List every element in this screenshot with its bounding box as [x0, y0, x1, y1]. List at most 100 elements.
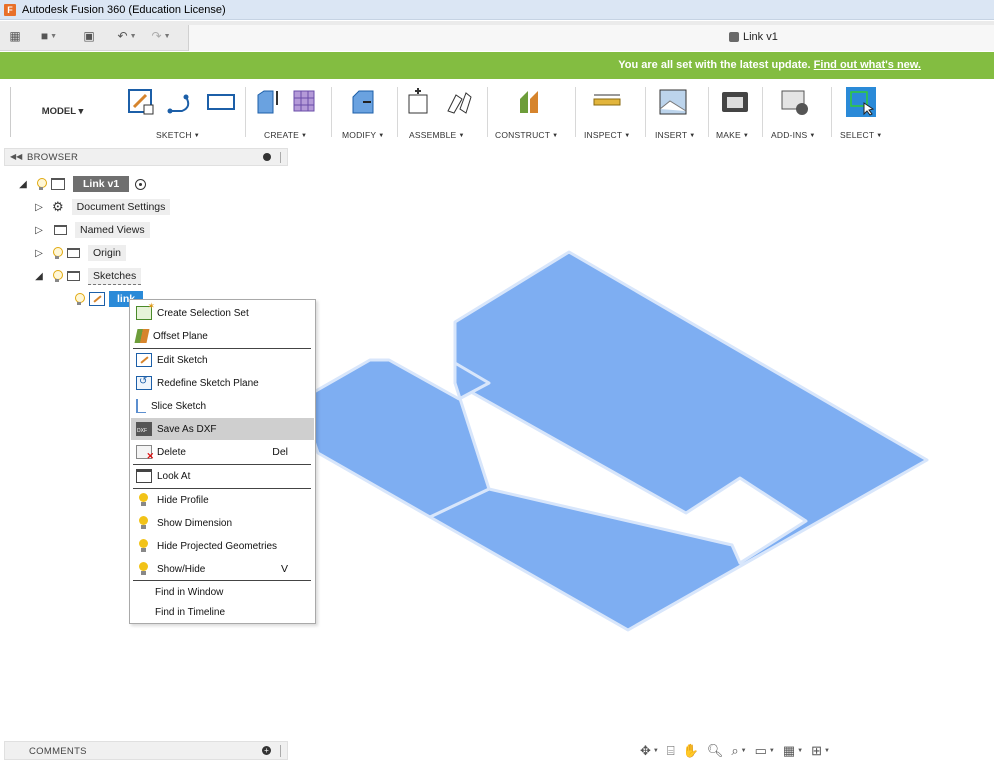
selection-set-icon: [136, 301, 155, 320]
offset-plane-icon: [134, 329, 150, 343]
create-menu[interactable]: CREATE ▼: [264, 130, 307, 140]
sketch-icon: [89, 292, 105, 306]
addins-menu[interactable]: ADD-INS ▼: [771, 130, 816, 140]
inspect-menu-label: INSPECT: [584, 130, 623, 140]
collapsed-triangle-icon[interactable]: ▷: [32, 202, 46, 213]
panel-divider: [280, 152, 281, 163]
visibility-bulb-icon[interactable]: [52, 269, 63, 283]
sketch-menu[interactable]: SKETCH ▼: [156, 130, 200, 140]
file-menu-icon[interactable]: ■ ▼: [36, 27, 62, 45]
menu-item-offset-plane[interactable]: Offset Plane: [131, 325, 314, 347]
tree-item-document-settings[interactable]: ▷ ⚙ Document Settings: [32, 198, 171, 216]
menu-label: Offset Plane: [153, 330, 208, 342]
context-menu: Create Selection Set Offset Plane Edit S…: [129, 299, 316, 624]
pan-hand-icon[interactable]: ✋: [683, 743, 699, 759]
quick-access-toolbar: ▦ ■ ▼ ▣ ↶ ▼ ↷ ▼ Link v1: [0, 21, 994, 51]
window-title: Autodesk Fusion 360 (Education License): [22, 3, 226, 16]
grid-settings-icon[interactable]: ▦ ▼: [783, 743, 803, 759]
collapse-arrows-icon[interactable]: ◀◀: [10, 152, 22, 161]
menu-item-save-as-dxf[interactable]: Save As DXF: [131, 418, 314, 440]
insert-menu[interactable]: INSERT ▼: [655, 130, 695, 140]
fusion-window: F Autodesk Fusion 360 (Education License…: [0, 0, 994, 768]
visibility-bulb-icon[interactable]: [36, 177, 47, 191]
assemble-menu[interactable]: ASSEMBLE ▼: [409, 130, 465, 140]
menu-item-find-in-window[interactable]: Find in Window: [131, 581, 314, 603]
browser-root-row[interactable]: ◢ Link v1: [16, 175, 147, 193]
inspect-menu[interactable]: INSPECT ▼: [584, 130, 630, 140]
press-pull-icon[interactable]: [349, 87, 379, 117]
menu-item-slice-sketch[interactable]: Slice Sketch: [131, 395, 314, 417]
visibility-bulb-icon[interactable]: [52, 246, 63, 260]
workspace-switcher[interactable]: MODEL ▾: [10, 87, 114, 137]
create-sketch-icon[interactable]: [126, 87, 156, 117]
browser-title: BROWSER: [27, 152, 79, 163]
new-component-icon[interactable]: [406, 87, 436, 117]
addins-menu-label: ADD-INS: [771, 130, 808, 140]
viewports-icon[interactable]: ⊞ ▼: [811, 743, 830, 759]
shortcut-label: Del: [272, 446, 288, 458]
fusion-logo-icon: F: [4, 3, 16, 16]
menu-item-create-selection-set[interactable]: Create Selection Set: [131, 301, 314, 324]
pin-dot-icon[interactable]: [263, 153, 271, 161]
document-tab[interactable]: Link v1: [188, 25, 994, 51]
menu-item-redefine-sketch-plane[interactable]: Redefine Sketch Plane: [131, 372, 314, 394]
select-tool-icon[interactable]: [846, 87, 876, 117]
update-banner: You are all set with the latest update. …: [0, 52, 994, 79]
3d-print-icon[interactable]: [720, 87, 750, 117]
expanded-triangle-icon[interactable]: ◢: [32, 271, 46, 282]
form-box-icon[interactable]: [290, 87, 320, 117]
save-icon[interactable]: ▣: [82, 27, 96, 45]
look-at-icon[interactable]: ⌸: [667, 743, 675, 759]
assemble-menu-label: ASSEMBLE: [409, 130, 457, 140]
sketch-menu-label: SKETCH: [156, 130, 192, 140]
add-comment-icon[interactable]: +: [262, 746, 271, 755]
arc-tool-icon[interactable]: [166, 87, 196, 117]
menu-label: Redefine Sketch Plane: [157, 377, 259, 389]
display-settings-icon[interactable]: ▭ ▼: [755, 743, 775, 759]
offset-plane-icon[interactable]: [514, 87, 544, 117]
collapsed-triangle-icon[interactable]: ▷: [32, 225, 46, 236]
extrude-icon[interactable]: [253, 87, 283, 117]
tree-item-sketches[interactable]: ◢ Sketches: [32, 267, 142, 285]
menu-item-show-hide[interactable]: Show/Hide V: [131, 558, 314, 580]
rectangle-tool-icon[interactable]: [206, 87, 236, 117]
orbit-icon[interactable]: ✥ ▼: [640, 743, 659, 759]
collapsed-triangle-icon[interactable]: ▷: [32, 248, 46, 259]
menu-item-find-in-timeline[interactable]: Find in Timeline: [131, 601, 314, 623]
measure-icon[interactable]: [592, 87, 622, 117]
zoom-icon[interactable]: 🔍︎: [707, 743, 724, 759]
expanded-triangle-icon[interactable]: ◢: [16, 179, 30, 190]
select-menu[interactable]: SELECT ▼: [840, 130, 882, 140]
update-message: You are all set with the latest update.: [618, 59, 811, 71]
construct-menu[interactable]: CONSTRUCT ▼: [495, 130, 558, 140]
joint-icon[interactable]: [444, 87, 474, 117]
activate-radio-icon[interactable]: [135, 178, 147, 190]
tree-item-named-views[interactable]: ▷ Named Views: [32, 221, 150, 239]
folder-icon: [67, 271, 80, 281]
menu-item-delete[interactable]: Delete Del: [131, 441, 314, 463]
insert-menu-label: INSERT: [655, 130, 688, 140]
dxf-file-icon: [136, 422, 152, 436]
menu-item-show-dimension[interactable]: Show Dimension: [131, 512, 314, 534]
menu-item-hide-profile[interactable]: Hide Profile: [131, 489, 314, 511]
redo-icon[interactable]: ↷ ▼: [148, 27, 174, 45]
menu-item-hide-projected-geometries[interactable]: Hide Projected Geometries: [131, 535, 314, 557]
fit-window-icon[interactable]: ⌕ ▼: [731, 743, 746, 759]
comments-panel-header[interactable]: COMMENTS +: [4, 741, 288, 760]
insert-canvas-icon[interactable]: [658, 87, 688, 117]
scripts-addins-icon[interactable]: [780, 87, 810, 117]
make-menu[interactable]: MAKE ▼: [716, 130, 749, 140]
lightbulb-icon: [136, 562, 152, 576]
menu-label: Edit Sketch: [157, 354, 208, 366]
menu-item-look-at[interactable]: Look At: [131, 465, 314, 487]
named-views-label: Named Views: [75, 222, 150, 238]
modify-menu[interactable]: MODIFY ▼: [342, 130, 384, 140]
visibility-bulb-icon[interactable]: [74, 292, 85, 306]
menu-label: Hide Profile: [157, 494, 209, 506]
tree-item-origin[interactable]: ▷ Origin: [32, 244, 127, 262]
undo-icon[interactable]: ↶ ▼: [114, 27, 140, 45]
whats-new-link[interactable]: Find out what's new.: [814, 59, 921, 71]
browser-panel-header[interactable]: ◀◀ BROWSER: [4, 148, 288, 166]
data-panel-grid-icon[interactable]: ▦: [8, 27, 22, 45]
menu-item-edit-sketch[interactable]: Edit Sketch: [131, 349, 314, 371]
